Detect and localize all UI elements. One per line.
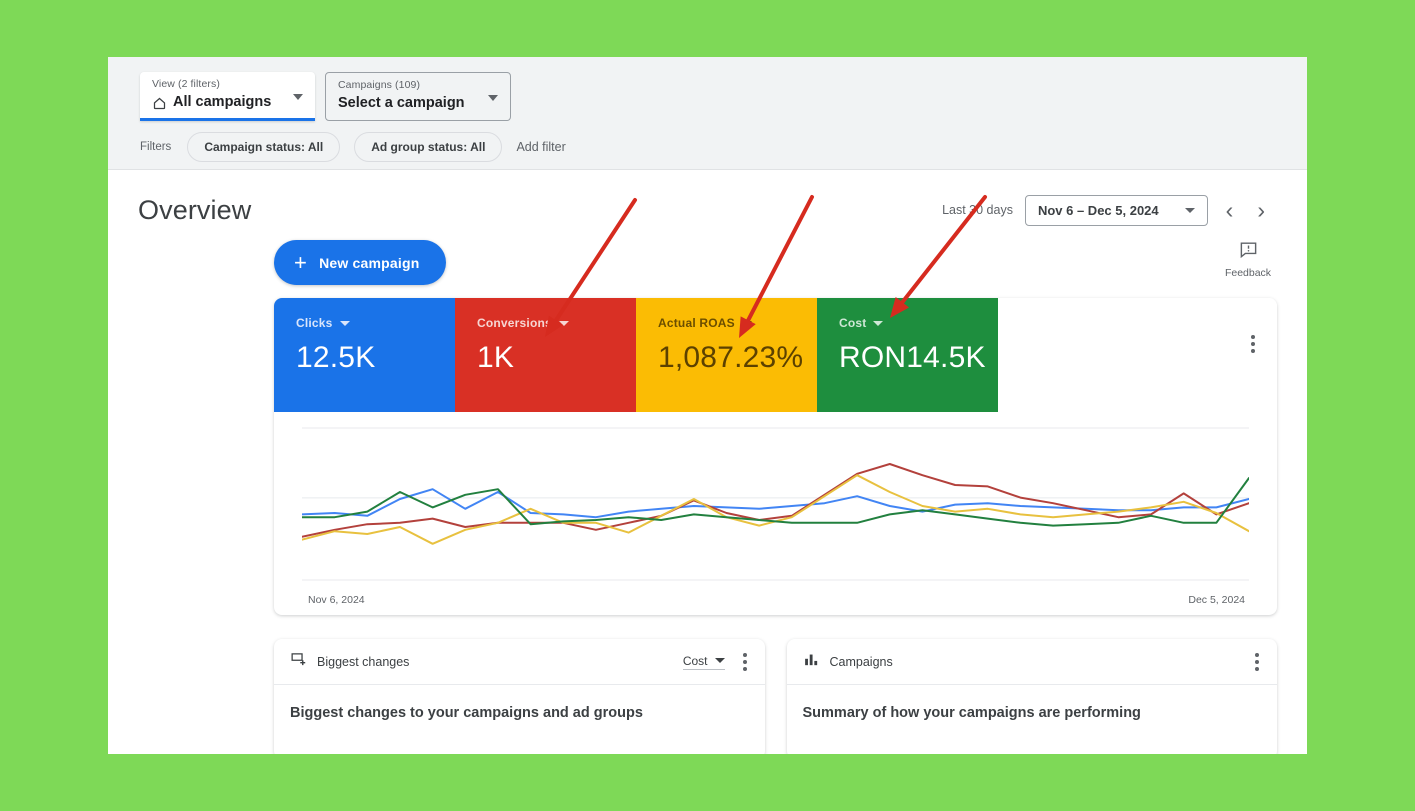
scorecard-cost[interactable]: Cost RON14.5K [817, 298, 998, 412]
campaign-selector[interactable]: Campaigns (109) Select a campaign [325, 72, 511, 121]
plus-icon: + [294, 249, 308, 275]
previous-period-button[interactable]: ‹ [1220, 198, 1240, 222]
scorecard-cost-label-row[interactable]: Cost [839, 316, 998, 330]
chevron-down-icon[interactable] [293, 94, 303, 100]
chart-x-end-label: Dec 5, 2024 [1188, 594, 1245, 606]
new-campaign-button[interactable]: + New campaign [274, 240, 446, 285]
action-row: + New campaign Feedback [274, 232, 1277, 298]
overview-content: + New campaign Feedback Clicks 12.5K Con… [108, 232, 1307, 754]
kebab-dot [742, 652, 747, 657]
date-range-label: Last 30 days [942, 203, 1013, 217]
feedback-label: Feedback [1224, 267, 1272, 279]
biggest-changes-metric-selector[interactable]: Cost [682, 653, 725, 670]
biggest-changes-card: Biggest changes Cost Biggest changes to … [274, 639, 765, 754]
kebab-dot [1251, 335, 1255, 339]
filter-chip-campaign-status[interactable]: Campaign status: All [187, 131, 341, 162]
chevron-down-icon [558, 320, 569, 326]
home-icon [152, 96, 167, 111]
chevron-down-icon [339, 320, 350, 326]
date-controls: Last 30 days Nov 6 – Dec 5, 2024 ‹ › [942, 194, 1271, 226]
scorecard-conversions-value: 1K [477, 341, 515, 374]
scorecard-actual-roas-label-row[interactable]: Actual ROAS [658, 316, 817, 330]
scorecard-actual-roas-value: 1,087.23% [658, 341, 804, 374]
campaigns-card-header: Campaigns [786, 639, 1277, 685]
chart-x-start-label: Nov 6, 2024 [308, 594, 365, 606]
new-campaign-label: New campaign [319, 254, 420, 271]
scorecard-filler [998, 298, 1277, 412]
filters-bar: Filters Campaign status: All Ad group st… [108, 124, 1307, 170]
scorecard-clicks-label: Clicks [296, 316, 333, 330]
campaigns-headline: Summary of how your campaigns are perfor… [802, 705, 1141, 721]
page-header: Overview Last 30 days Nov 6 – Dec 5, 202… [108, 170, 1307, 232]
bar-chart-icon [803, 651, 820, 673]
feedback-icon [1239, 240, 1258, 264]
view-selector-sublabel: View (2 filters) [152, 78, 220, 90]
chevron-down-icon [1184, 207, 1195, 213]
chevron-down-icon[interactable] [488, 95, 498, 101]
chevron-down-icon [714, 658, 725, 663]
biggest-changes-title: Biggest changes [317, 654, 410, 669]
active-underline [140, 118, 315, 121]
scorecard-conversions[interactable]: Conversions 1K [455, 298, 636, 412]
scorecard-conversions-label: Conversions [477, 316, 552, 330]
kebab-dot [1255, 652, 1259, 657]
biggest-changes-icon [290, 651, 307, 673]
date-range-picker[interactable]: Nov 6 – Dec 5, 2024 [1024, 194, 1208, 226]
date-range-value: Nov 6 – Dec 5, 2024 [1037, 202, 1159, 218]
biggest-changes-card-controls: Cost [682, 652, 747, 671]
biggest-changes-card-header: Biggest changes Cost [274, 639, 765, 685]
chevron-down-icon [741, 320, 752, 326]
campaigns-title: Campaigns [829, 654, 893, 669]
page-title: Overview [138, 194, 252, 225]
scorecard-clicks-value: 12.5K [296, 341, 376, 374]
view-selector[interactable]: View (2 filters) All campaigns [140, 72, 315, 121]
scorecard-actual-roas[interactable]: Actual ROAS 1,087.23% [636, 298, 817, 412]
filters-label: Filters [140, 140, 172, 153]
campaigns-card: Campaigns Summary of how your campaigns … [786, 639, 1277, 754]
add-filter-button[interactable]: Add filter [516, 140, 565, 154]
app-frame: View (2 filters) All campaigns Campaigns… [108, 57, 1307, 754]
chevron-down-icon [873, 320, 884, 326]
campaign-selector-value: Select a campaign [338, 95, 465, 111]
biggest-changes-metric-label: Cost [682, 653, 708, 668]
campaigns-card-controls [1255, 652, 1259, 671]
scorecard-cost-value: RON14.5K [839, 341, 986, 374]
kebab-dot [742, 659, 747, 664]
scorecard-conversions-label-row[interactable]: Conversions [477, 316, 636, 330]
performance-card-menu-button[interactable] [1251, 335, 1255, 353]
scorecard-cost-label: Cost [839, 316, 867, 330]
scorecard-clicks[interactable]: Clicks 12.5K [274, 298, 455, 412]
scorecard-actual-roas-label: Actual ROAS [658, 316, 735, 330]
scorecard-row: Clicks 12.5K Conversions 1K Actual ROAS … [274, 298, 1277, 412]
view-selector-value: All campaigns [152, 92, 305, 113]
kebab-dot [1251, 342, 1255, 346]
page-body: Overview Last 30 days Nov 6 – Dec 5, 202… [108, 170, 1307, 754]
page-root: View (2 filters) All campaigns Campaigns… [0, 0, 1415, 811]
performance-chart: Nov 6, 2024 Dec 5, 2024 [274, 412, 1277, 615]
campaign-selector-sublabel: Campaigns (109) [338, 79, 421, 91]
insight-cards-row: Biggest changes Cost Biggest changes to … [274, 639, 1277, 754]
biggest-changes-menu-button[interactable] [742, 652, 747, 671]
filter-chip-ad-group-status[interactable]: Ad group status: All [354, 131, 503, 162]
kebab-dot [1251, 349, 1255, 353]
campaigns-menu-button[interactable] [1255, 652, 1259, 671]
chart-x-axis: Nov 6, 2024 Dec 5, 2024 [302, 586, 1249, 606]
feedback-button[interactable]: Feedback [1219, 240, 1277, 279]
kebab-dot [1255, 666, 1259, 671]
view-selector-label: All campaigns [173, 94, 272, 110]
performance-line-chart [302, 426, 1249, 586]
chart-series-conversions [302, 464, 1249, 537]
kebab-dot [1255, 659, 1259, 664]
biggest-changes-headline: Biggest changes to your campaigns and ad… [290, 705, 643, 721]
scorecard-clicks-label-row[interactable]: Clicks [296, 316, 455, 330]
kebab-dot [742, 666, 747, 671]
performance-card: Clicks 12.5K Conversions 1K Actual ROAS … [274, 298, 1277, 615]
next-period-button[interactable]: › [1251, 198, 1271, 222]
account-selector-bar: View (2 filters) All campaigns Campaigns… [108, 57, 1307, 124]
